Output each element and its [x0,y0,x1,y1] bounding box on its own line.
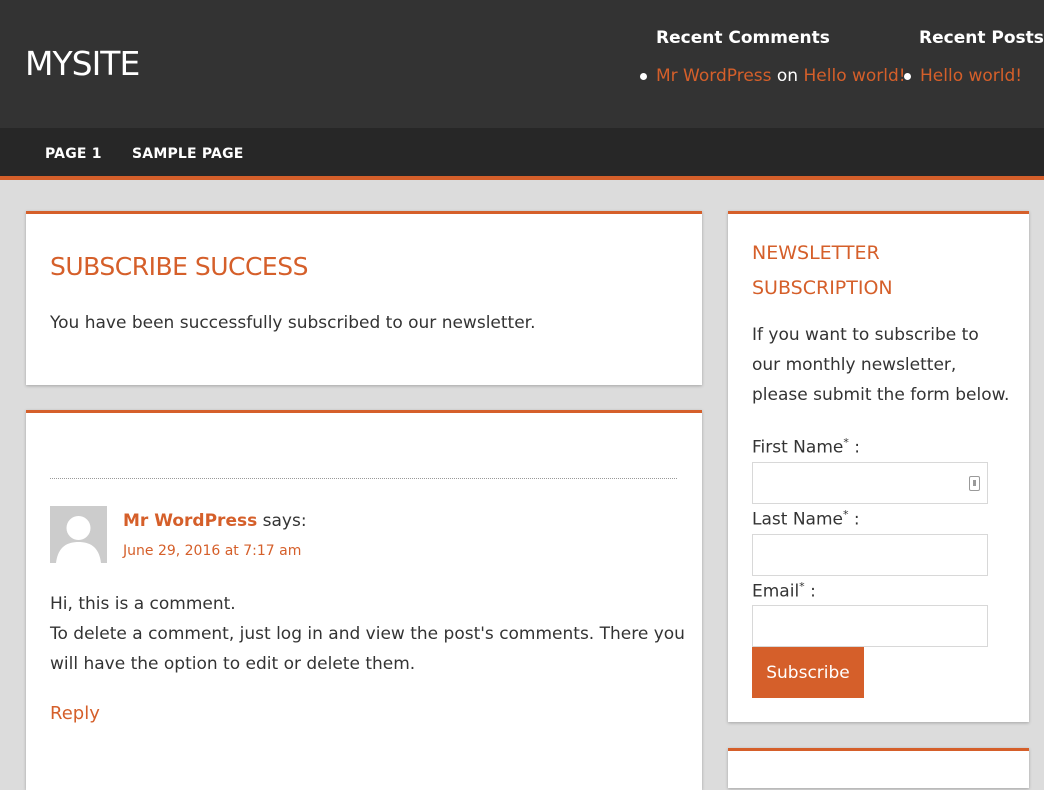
subscribe-success-card: SUBSCRIBE SUCCESS You have been successf… [26,211,702,385]
site-title[interactable]: MYSITE [25,44,140,83]
first-name-label: First Name* : [752,436,860,458]
recent-comment-on-text: on [776,66,799,86]
newsletter-widget: NEWSLETTER SUBSCRIPTION If you want to s… [728,211,1029,722]
comments-card: Mr WordPress says: June 29, 2016 at 7:17… [26,410,702,790]
bullet-icon [640,72,647,80]
recent-comments-title: Recent Comments [656,28,830,48]
email-field[interactable] [752,605,988,647]
nav-item-sample-page[interactable]: SAMPLE PAGE [132,146,244,162]
page-title: SUBSCRIBE SUCCESS [50,252,308,281]
main-navigation: PAGE 1 SAMPLE PAGE [0,128,1044,180]
newsletter-title: NEWSLETTER SUBSCRIPTION [752,242,893,299]
last-name-label: Last Name* : [752,508,860,530]
recent-post-link[interactable]: Hello world! [920,66,1022,86]
reply-link[interactable]: Reply [50,703,100,724]
newsletter-description: If you want to subscribe to our monthly … [752,325,1010,405]
email-label: Email* : [752,580,816,602]
nav-item-page-1[interactable]: PAGE 1 [45,146,102,162]
default-avatar-icon [50,506,107,563]
recent-post-item: Hello world! [904,66,1022,86]
comment-author-line: Mr WordPress says: [123,511,307,531]
bullet-icon [904,72,911,80]
first-name-field[interactable] [752,462,988,504]
subscribe-button[interactable]: Subscribe [752,647,864,698]
success-message: You have been successfully subscribed to… [50,313,536,333]
comment-author-link[interactable]: Mr WordPress [123,511,257,531]
site-header: MYSITE Recent Comments Mr WordPress on H… [0,0,1044,128]
comment-date-link[interactable]: June 29, 2016 at 7:17 am [123,543,301,559]
comment-says-text: says: [262,511,307,531]
comment-body: Hi, this is a comment. To delete a comme… [50,589,690,679]
last-name-field[interactable] [752,534,988,576]
recent-comment-post-link[interactable]: Hello world! [804,66,906,86]
recent-comment-item: Mr WordPress on Hello world! [640,66,906,86]
comments-divider [50,478,677,479]
avatar [50,506,107,563]
recent-comment-author-link[interactable]: Mr WordPress [656,66,772,86]
comment-line-2: To delete a comment, just log in and vie… [50,624,685,674]
contact-card-icon[interactable] [969,476,980,491]
comment-line-1: Hi, this is a comment. [50,594,236,614]
sidebar-widget-next [728,748,1029,788]
recent-posts-title: Recent Posts [919,28,1044,48]
